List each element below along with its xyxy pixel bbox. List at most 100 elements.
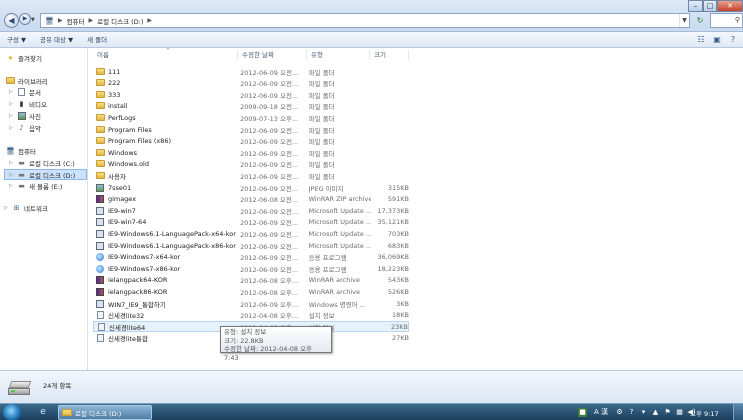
show-desktop-button[interactable]: [733, 404, 743, 420]
file-name: WIN7_IE9_통합하기: [107, 300, 166, 309]
help-icon[interactable]: ?: [727, 34, 739, 46]
breadcrumb-computer[interactable]: 컴퓨터: [67, 16, 85, 26]
new-folder-button[interactable]: 새 폴더: [80, 32, 114, 48]
maximize-button[interactable]: □: [703, 0, 717, 12]
file-row[interactable]: IE9-win7 2012-06-09 오전... Microsoft Update…: [93, 205, 409, 216]
taskbar-explorer-window[interactable]: 로컬 디스크 (D:): [58, 405, 152, 420]
file-type: 파일 폴더: [308, 68, 335, 77]
file-type: 파일 폴더: [308, 91, 335, 100]
expand-arrow-icon[interactable]: ▷: [9, 125, 14, 131]
file-row[interactable]: 신세경lite32 2012-04-08 오후... 설치 정보 18KB: [93, 310, 409, 321]
file-row[interactable]: gimagex 2012-06-08 오전... WinRAR ZIP archiv…: [93, 194, 409, 205]
nav-libraries[interactable]: 라이브러리: [6, 76, 48, 86]
file-row[interactable]: 333 2012-06-09 오전... 파일 폴더: [93, 89, 409, 100]
file-size: 3KB: [396, 299, 409, 308]
search-input[interactable]: ⚲: [710, 13, 743, 28]
organize-menu-button[interactable]: 구성 ▼: [0, 32, 33, 48]
file-row[interactable]: ielangpack86-KOR 2012-06-08 오후... WinRAR a…: [93, 286, 409, 297]
nav-pictures[interactable]: ▷ 사진: [9, 111, 41, 121]
column-header-type[interactable]: 유형: [307, 50, 370, 60]
system-clock[interactable]: 오후 9:17: [690, 408, 719, 418]
file-row[interactable]: 7sse01 2012-06-09 오전... JPEG 이미지 315KB: [93, 182, 409, 193]
back-button[interactable]: ◀: [4, 13, 19, 28]
internet-explorer-icon[interactable]: e: [34, 405, 52, 420]
refresh-icon[interactable]: ↻: [693, 13, 707, 28]
folder-icon: [96, 160, 105, 168]
folder-icon: [96, 125, 105, 134]
expand-arrow-icon[interactable]: ▷: [9, 183, 14, 189]
file-row[interactable]: IE9-Windows6.1-LanguagePack-x64-kor 2012-…: [93, 228, 409, 239]
nav-videos[interactable]: ▷ ▮ 비디오: [9, 99, 47, 109]
ime-mode-indicator[interactable]: A 漢: [590, 408, 612, 417]
action-center-flag-icon[interactable]: ⚑: [663, 408, 672, 417]
start-button[interactable]: [3, 404, 21, 420]
language-bar-icon[interactable]: ■: [578, 408, 587, 417]
breadcrumb-separator[interactable]: ▶: [88, 17, 93, 24]
close-button[interactable]: ✕: [717, 0, 743, 12]
expand-arrow-icon[interactable]: ▷: [9, 160, 14, 166]
file-row[interactable]: 111 2012-06-09 오전... 파일 폴더: [93, 66, 409, 77]
preview-pane-icon[interactable]: ▣: [711, 34, 723, 46]
address-history-dropdown[interactable]: ▼: [679, 14, 689, 27]
file-type: 파일 폴더: [308, 114, 335, 123]
file-row[interactable]: Windows.old 2012-06-09 오전... 파일 폴더: [93, 159, 409, 170]
drive-icon: ▬: [18, 182, 25, 190]
recent-pages-dropdown[interactable]: ▼: [31, 17, 35, 23]
file-row[interactable]: IE9-Windows7-x64-kor 2012-06-09 오전... 응용 프…: [93, 252, 409, 263]
file-row[interactable]: IE9-Windows6.1-LanguagePack-x86-kor 2012-…: [93, 240, 409, 251]
expand-arrow-icon[interactable]: ▷: [9, 89, 14, 95]
address-field[interactable]: 🖥 ▶ 컴퓨터 ▶ 로컬 디스크 (D:) ▶ ▼: [40, 13, 690, 28]
expand-arrow-icon[interactable]: ▷: [9, 172, 14, 178]
file-row[interactable]: install 2009-09-18 오전... 파일 폴더: [93, 101, 409, 112]
file-row[interactable]: IE9-win7-64 2012-06-09 오전... Microsoft Upd…: [93, 217, 409, 228]
setup-info-icon: [96, 311, 105, 320]
breadcrumb-separator[interactable]: ▶: [147, 17, 152, 24]
file-row[interactable]: Windows 2012-06-09 오전... 파일 폴더: [93, 147, 409, 158]
nav-drive-e[interactable]: ▷ ▬ 새 볼륨 (E:): [9, 181, 62, 191]
file-row[interactable]: ielangpack64-KOR 2012-06-08 오후... WinRAR a…: [93, 275, 409, 286]
show-hidden-icons-icon[interactable]: ▲: [651, 408, 660, 417]
expand-arrow-icon[interactable]: ▷: [9, 113, 14, 119]
file-row[interactable]: 사용자 2012-06-09 오전... 파일 폴더: [93, 170, 409, 181]
expand-arrow-icon[interactable]: ▷: [4, 205, 9, 211]
tooltip-type: 유형: 설치 정보: [224, 328, 267, 336]
nav-drive-d[interactable]: ▷ ▬ 로컬 디스크 (D:): [4, 169, 87, 180]
ime-settings-icon[interactable]: ⚙: [615, 408, 624, 417]
forward-button[interactable]: ▶: [19, 13, 31, 25]
file-date: 2012-06-08 오전...: [240, 196, 299, 205]
file-date: 2012-06-09 오전...: [240, 149, 299, 158]
column-header-label: 이름: [97, 51, 109, 59]
nav-label: 비디오: [29, 101, 47, 109]
breadcrumb-drive-d[interactable]: 로컬 디스크 (D:): [97, 16, 143, 26]
ime-menu-icon[interactable]: ▾: [639, 408, 648, 417]
column-header-size[interactable]: 크기: [370, 50, 409, 60]
file-name: PerfLogs: [108, 113, 136, 122]
column-header-date[interactable]: 수정한 날짜: [238, 50, 307, 60]
file-row[interactable]: 222 2012-06-09 오전... 파일 폴더: [93, 78, 409, 89]
expand-arrow-icon[interactable]: ▷: [9, 101, 14, 107]
file-type: 파일 폴더: [308, 80, 335, 89]
file-row[interactable]: IE9-Windows7-x86-kor 2012-06-09 오전... 응용 프…: [93, 263, 409, 274]
file-type: WinRAR ZIP archive: [308, 195, 372, 204]
file-row[interactable]: Program Files 2012-06-09 오전... 파일 폴더: [93, 124, 409, 135]
nav-computer[interactable]: 🖥 컴퓨터: [6, 146, 36, 156]
file-type: 응용 프로그램: [308, 254, 347, 263]
file-name: 333: [108, 90, 121, 99]
share-with-menu-button[interactable]: 공유 대상 ▼: [33, 32, 80, 48]
column-header-name[interactable]: ^ 이름: [93, 48, 238, 60]
nav-drive-c[interactable]: ▷ ▬ 로컬 디스크 (C:): [9, 158, 75, 168]
file-row[interactable]: PerfLogs 2009-07-13 오후... 파일 폴더: [93, 112, 409, 123]
nav-music[interactable]: ▷ ♪ 음악: [9, 123, 41, 133]
nav-documents[interactable]: ▷ 문서: [9, 87, 41, 97]
network-status-icon[interactable]: ▦: [675, 408, 684, 417]
image-file-icon: [96, 183, 105, 192]
minimize-button[interactable]: –: [688, 0, 703, 12]
file-row[interactable]: Program Files (x86) 2012-06-09 오전... 파일 폴더: [93, 136, 409, 147]
file-date: 2012-06-09 오전...: [240, 91, 299, 100]
nav-network[interactable]: ▷ ⊞ 네트워크: [4, 203, 48, 213]
file-row[interactable]: WIN7_IE9_통합하기 2012-06-09 오후... Windows 명령어…: [93, 298, 409, 309]
ime-help-icon[interactable]: ?: [627, 408, 636, 417]
change-view-icon[interactable]: ☷: [695, 34, 707, 46]
nav-favorites[interactable]: ★ 즐겨찾기: [6, 53, 42, 63]
breadcrumb-separator[interactable]: ▶: [58, 17, 63, 24]
